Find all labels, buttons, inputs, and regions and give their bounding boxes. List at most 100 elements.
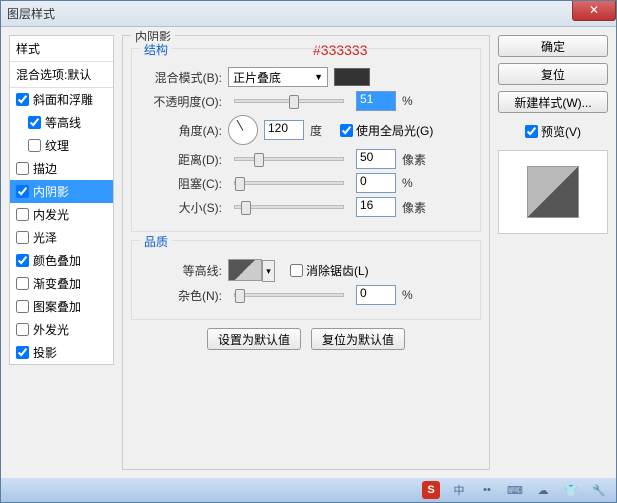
size-label: 大小(S): [142, 199, 222, 216]
action-panel: 确定 复位 新建样式(W)... 预览(V) [498, 35, 608, 470]
style-item-label: 光泽 [33, 229, 57, 246]
style-item-label: 渐变叠加 [33, 275, 81, 292]
style-list: 样式 混合选项:默认 斜面和浮雕等高线纹理描边内阴影内发光光泽颜色叠加渐变叠加图… [9, 35, 114, 365]
style-item-3[interactable]: 描边 [10, 157, 113, 180]
global-light-checkbox[interactable]: 使用全局光(G) [340, 122, 433, 139]
style-checkbox[interactable] [16, 231, 29, 244]
style-checkbox[interactable] [28, 116, 41, 129]
style-item-label: 投影 [33, 344, 57, 361]
close-button[interactable]: ✕ [572, 1, 616, 21]
noise-unit: % [402, 288, 426, 302]
inner-shadow-group: 内阴影 #333333 结构 混合模式(B): 正片叠底 ▼ 不透明度(O): [122, 35, 490, 470]
structure-group: 结构 混合模式(B): 正片叠底 ▼ 不透明度(O): 51 % [131, 48, 481, 232]
angle-unit: 度 [310, 122, 334, 139]
sogou-ime-icon[interactable]: S [422, 481, 440, 499]
noise-label: 杂色(N): [142, 287, 222, 304]
contour-label: 等高线: [142, 262, 222, 279]
preview-thumbnail-icon [527, 166, 579, 218]
style-item-11[interactable]: 投影 [10, 341, 113, 364]
preview-box [498, 150, 608, 234]
style-item-label: 纹理 [45, 137, 69, 154]
blend-mode-value: 正片叠底 [233, 69, 281, 86]
structure-title: 结构 [140, 41, 172, 58]
style-item-1[interactable]: 等高线 [10, 111, 113, 134]
angle-dial[interactable] [228, 115, 258, 145]
window-title: 图层样式 [7, 5, 55, 22]
style-checkbox[interactable] [16, 254, 29, 267]
style-checkbox[interactable] [16, 185, 29, 198]
size-slider[interactable] [234, 205, 344, 209]
distance-input[interactable]: 50 [356, 149, 396, 169]
choke-input[interactable]: 0 [356, 173, 396, 193]
style-checkbox[interactable] [16, 300, 29, 313]
ime-zhong-icon[interactable]: 中 [450, 481, 468, 499]
quality-title: 品质 [140, 233, 172, 250]
style-item-label: 颜色叠加 [33, 252, 81, 269]
contour-picker[interactable]: ▾ [228, 259, 262, 281]
shadow-color-swatch[interactable] [334, 68, 370, 86]
style-item-4[interactable]: 内阴影 [10, 180, 113, 203]
style-item-8[interactable]: 渐变叠加 [10, 272, 113, 295]
contour-dropdown-icon[interactable]: ▾ [262, 260, 275, 282]
opacity-label: 不透明度(O): [142, 93, 222, 110]
noise-input[interactable]: 0 [356, 285, 396, 305]
style-item-label: 等高线 [45, 114, 81, 131]
quality-group: 品质 等高线: ▾ 消除锯齿(L) 杂色(N): [131, 240, 481, 320]
reset-default-button[interactable]: 复位为默认值 [311, 328, 405, 350]
make-default-button[interactable]: 设置为默认值 [207, 328, 301, 350]
style-checkbox[interactable] [28, 139, 41, 152]
style-item-10[interactable]: 外发光 [10, 318, 113, 341]
style-item-9[interactable]: 图案叠加 [10, 295, 113, 318]
style-item-label: 图案叠加 [33, 298, 81, 315]
style-item-2[interactable]: 纹理 [10, 134, 113, 157]
choke-label: 阻塞(C): [142, 175, 222, 192]
style-checkbox[interactable] [16, 277, 29, 290]
style-item-6[interactable]: 光泽 [10, 226, 113, 249]
cancel-button[interactable]: 复位 [498, 63, 608, 85]
ime-skin-icon[interactable]: 👕 [562, 481, 580, 499]
blend-mode-label: 混合模式(B): [142, 69, 222, 86]
style-checkbox[interactable] [16, 208, 29, 221]
distance-unit: 像素 [402, 151, 426, 168]
style-checkbox[interactable] [16, 346, 29, 359]
ime-tools-icon[interactable]: 🔧 [590, 481, 608, 499]
style-checkbox[interactable] [16, 323, 29, 336]
ime-punct-icon[interactable]: •• [478, 481, 496, 499]
style-checkbox[interactable] [16, 93, 29, 106]
style-item-label: 内发光 [33, 206, 69, 223]
style-item-label: 内阴影 [33, 183, 69, 200]
preview-label: 预览(V) [541, 123, 581, 140]
choke-slider[interactable] [234, 181, 344, 185]
ime-cloud-icon[interactable]: ☁ [534, 481, 552, 499]
style-checkbox[interactable] [16, 162, 29, 175]
style-item-label: 外发光 [33, 321, 69, 338]
style-item-7[interactable]: 颜色叠加 [10, 249, 113, 272]
ok-button[interactable]: 确定 [498, 35, 608, 57]
new-style-button[interactable]: 新建样式(W)... [498, 91, 608, 113]
angle-label: 角度(A): [142, 122, 222, 139]
ime-keyboard-icon[interactable]: ⌨ [506, 481, 524, 499]
antialias-label: 消除锯齿(L) [306, 262, 369, 279]
opacity-input[interactable]: 51 [356, 91, 396, 111]
antialias-checkbox[interactable]: 消除锯齿(L) [290, 262, 369, 279]
distance-slider[interactable] [234, 157, 344, 161]
preview-checkbox[interactable]: 预览(V) [498, 123, 608, 140]
taskbar: S 中 •• ⌨ ☁ 👕 🔧 [1, 478, 616, 502]
style-item-label: 斜面和浮雕 [33, 91, 93, 108]
styles-sidebar: 样式 混合选项:默认 斜面和浮雕等高线纹理描边内阴影内发光光泽颜色叠加渐变叠加图… [9, 35, 114, 470]
angle-input[interactable]: 120 [264, 120, 304, 140]
dialog-body: 样式 混合选项:默认 斜面和浮雕等高线纹理描边内阴影内发光光泽颜色叠加渐变叠加图… [1, 27, 616, 478]
noise-slider[interactable] [234, 293, 344, 297]
opacity-slider[interactable] [234, 99, 344, 103]
style-item-5[interactable]: 内发光 [10, 203, 113, 226]
style-item-0[interactable]: 斜面和浮雕 [10, 88, 113, 111]
chevron-down-icon: ▼ [314, 72, 323, 82]
blend-mode-combo[interactable]: 正片叠底 ▼ [228, 67, 328, 87]
titlebar[interactable]: 图层样式 ✕ [1, 1, 616, 27]
distance-label: 距离(D): [142, 151, 222, 168]
settings-panel: 内阴影 #333333 结构 混合模式(B): 正片叠底 ▼ 不透明度(O): [122, 35, 490, 470]
style-header[interactable]: 样式 [10, 36, 113, 62]
blend-options-header[interactable]: 混合选项:默认 [10, 62, 113, 88]
size-input[interactable]: 16 [356, 197, 396, 217]
default-buttons-row: 设置为默认值 复位为默认值 [131, 328, 481, 350]
